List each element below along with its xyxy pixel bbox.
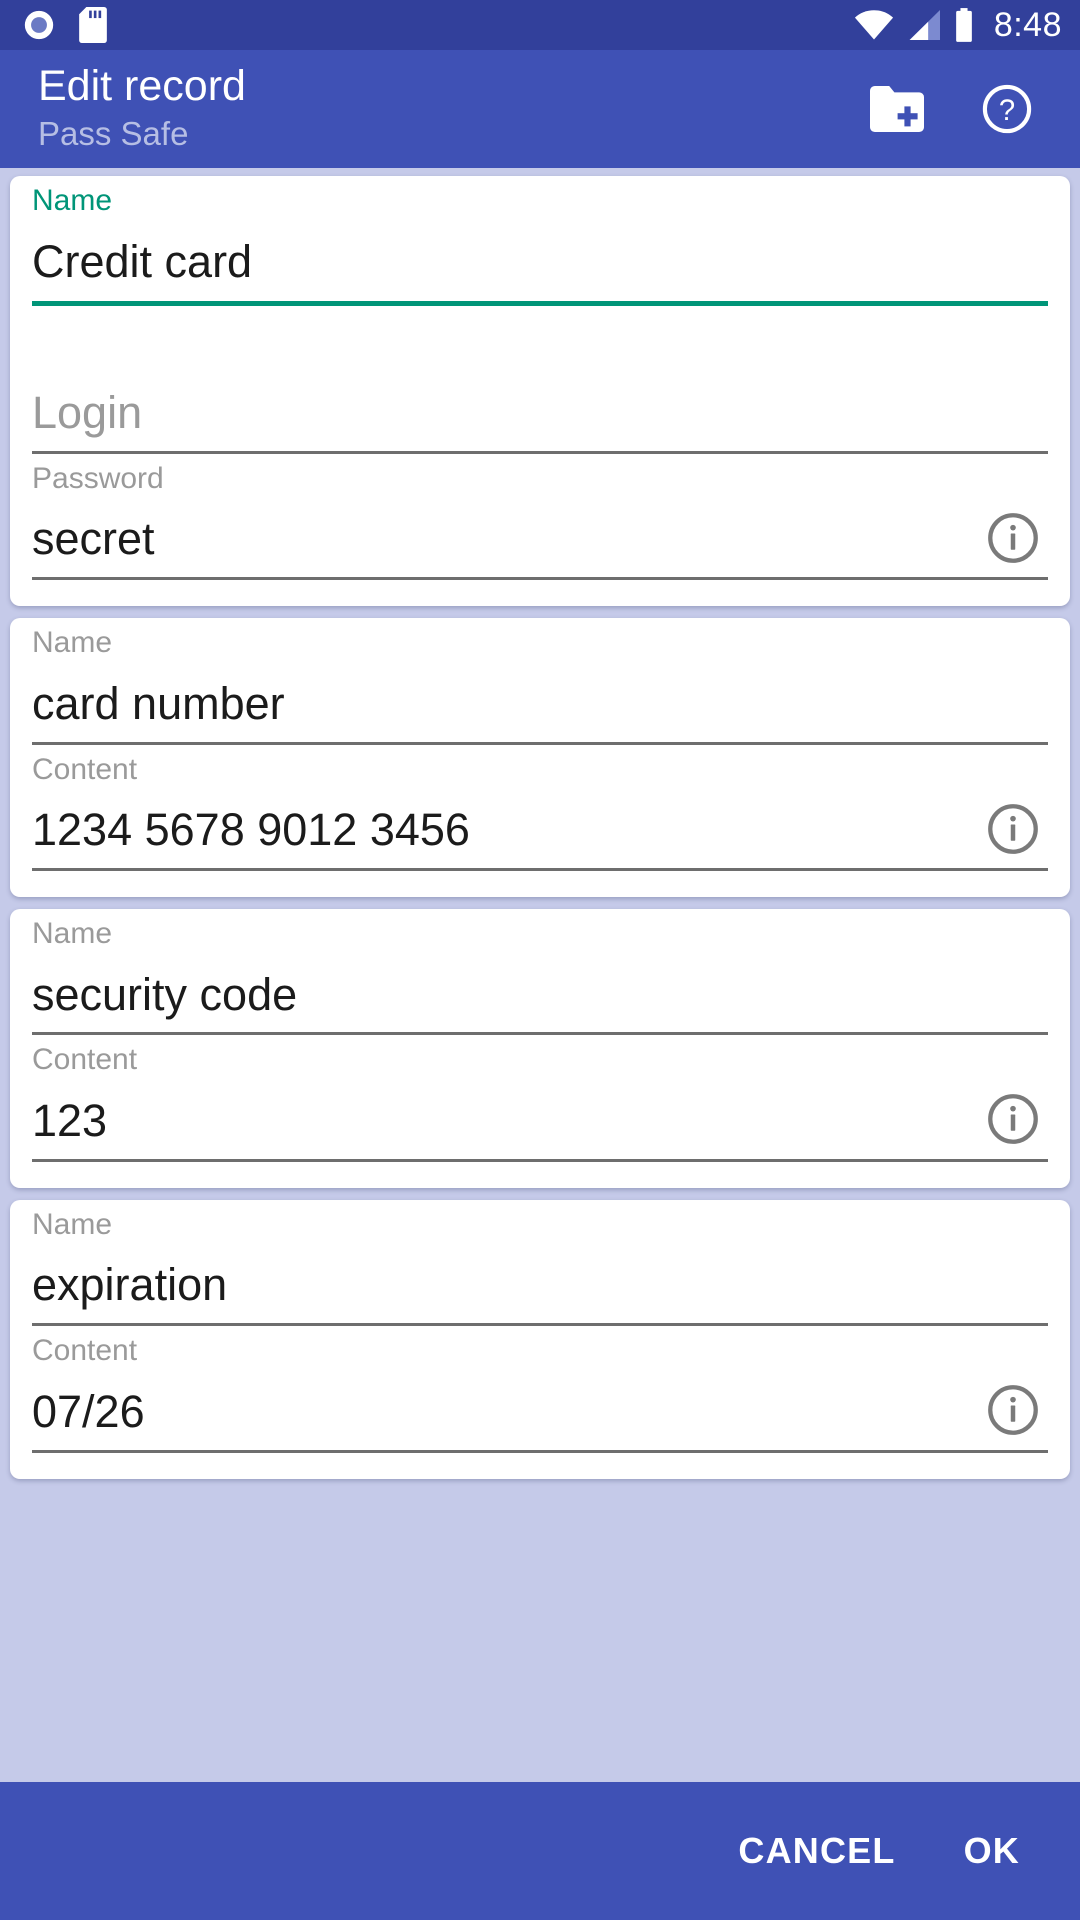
page-title: Edit record: [38, 62, 246, 111]
record-fields-scroll-area[interactable]: Name Credit card Login Password secret Name c…: [0, 168, 1080, 1782]
field-spacer: [32, 306, 1048, 328]
field-row-field-name: expiration: [32, 1246, 1048, 1323]
field-field-name: Name expiration: [32, 1200, 1048, 1327]
info-icon: [986, 511, 1040, 570]
dialog-button-bar: CANCEL OK: [0, 1782, 1080, 1920]
card-bottom-spacer: [32, 1453, 1048, 1479]
app-bar-actions: ?: [868, 80, 1048, 138]
input-field-content[interactable]: 123: [32, 1082, 982, 1159]
card-bottom-spacer: [32, 580, 1048, 606]
field-field-name: Name card number: [32, 618, 1048, 745]
status-bar-right-icons: 8:48: [854, 6, 1062, 45]
info-button-field-content[interactable]: [982, 1382, 1044, 1444]
svg-text:?: ?: [999, 95, 1015, 127]
field-underline-field-content: [32, 1158, 1048, 1162]
cancel-button[interactable]: CANCEL: [716, 1814, 917, 1888]
info-icon: [986, 802, 1040, 861]
field-label-name: Name: [32, 184, 113, 217]
field-card-security-code: Name security code Content 123: [10, 909, 1070, 1188]
input-field-content[interactable]: 07/26: [32, 1373, 982, 1450]
status-bar-left-icons: [22, 7, 108, 43]
field-row-field-content: 123: [32, 1082, 1048, 1159]
field-login: Login: [32, 328, 1048, 454]
field-field-content: Content 1234 5678 9012 3456: [32, 745, 1048, 872]
field-field-name: Name security code: [32, 909, 1048, 1036]
input-field-content[interactable]: 1234 5678 9012 3456: [32, 791, 982, 868]
battery-icon: [954, 8, 974, 42]
field-underline-name: [32, 300, 1048, 306]
info-button-field-content[interactable]: [982, 800, 1044, 862]
ok-button[interactable]: OK: [942, 1814, 1042, 1888]
field-password: Password secret: [32, 454, 1048, 581]
info-icon: [986, 1092, 1040, 1151]
field-label-field-content: Content: [32, 1043, 138, 1077]
card-bottom-spacer: [32, 871, 1048, 897]
field-underline-password: [32, 577, 1048, 581]
field-card-card-number: Name card number Content 1234 5678 9012 345…: [10, 618, 1070, 898]
sd-card-icon: [78, 7, 108, 43]
help-button[interactable]: ?: [978, 80, 1036, 138]
field-row-field-content: 1234 5678 9012 3456: [32, 791, 1048, 868]
field-label-field-content: Content: [32, 1334, 138, 1368]
field-row-login: Login: [32, 374, 1048, 451]
cellular-signal-icon: [906, 9, 942, 41]
field-field-content: Content 123: [32, 1035, 1048, 1162]
field-row-name: Credit card: [32, 223, 1048, 301]
help-icon: ?: [981, 83, 1033, 135]
info-button-field-content[interactable]: [982, 1091, 1044, 1153]
input-field-name[interactable]: security code: [32, 956, 1048, 1033]
field-row-field-content: 07/26: [32, 1373, 1048, 1450]
field-label-field-name: Name: [32, 917, 113, 951]
field-underline-field-content: [32, 1449, 1048, 1453]
app-bar-titles: Edit record Pass Safe: [38, 62, 246, 154]
status-bar-clock: 8:48: [993, 5, 1062, 44]
input-password[interactable]: secret: [32, 500, 982, 577]
field-row-field-name: card number: [32, 665, 1048, 742]
field-name: Name Credit card: [32, 176, 1048, 306]
page-subtitle: Pass Safe: [38, 114, 189, 152]
field-label-field-name: Name: [32, 626, 113, 660]
record-icon: [22, 8, 56, 42]
input-field-name[interactable]: card number: [32, 665, 1048, 742]
field-underline-field-content: [32, 868, 1048, 872]
input-field-name[interactable]: expiration: [32, 1246, 1048, 1323]
input-name[interactable]: Credit card: [32, 223, 1048, 301]
field-card-expiration: Name expiration Content 07/26: [10, 1199, 1070, 1479]
field-row-field-name: security code: [32, 956, 1048, 1033]
main-record-card: Name Credit card Login Password secret: [10, 176, 1070, 607]
input-login[interactable]: Login: [32, 374, 1048, 451]
add-folder-button[interactable]: [868, 80, 926, 138]
field-label-password: Password: [32, 461, 164, 495]
info-icon: [986, 1383, 1040, 1442]
app-bar: Edit record Pass Safe ?: [0, 50, 1080, 168]
field-row-password: secret: [32, 500, 1048, 577]
field-label-field-name: Name: [32, 1207, 113, 1241]
wifi-icon: [854, 9, 894, 41]
app-screen: 8:48 Edit record Pass Safe ? Name Credit…: [0, 0, 1080, 1920]
field-label-field-content: Content: [32, 752, 138, 786]
info-button-password[interactable]: [982, 509, 1044, 571]
add-folder-icon: [870, 86, 924, 132]
field-field-content: Content 07/26: [32, 1326, 1048, 1453]
status-bar: 8:48: [0, 0, 1080, 50]
card-bottom-spacer: [32, 1162, 1048, 1188]
